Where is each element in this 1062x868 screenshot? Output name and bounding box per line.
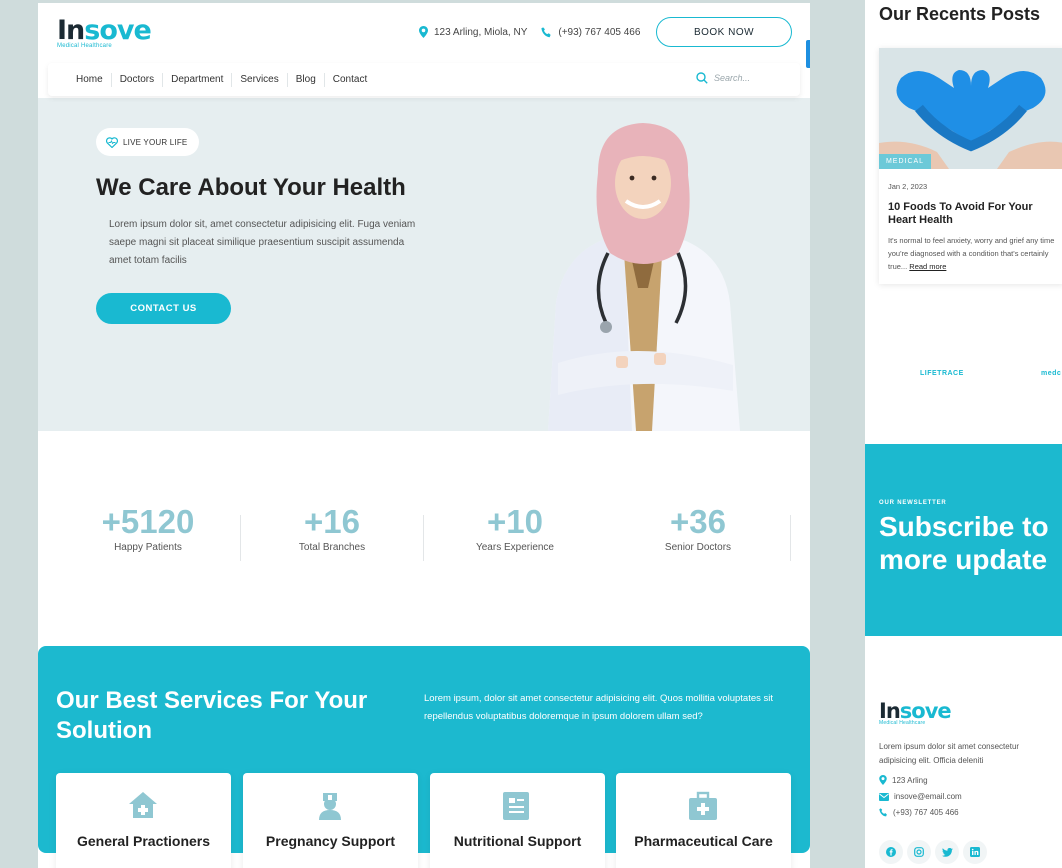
- book-now-button[interactable]: BOOK NOW: [656, 17, 792, 47]
- footer-email-text[interactable]: insove@email.com: [894, 792, 962, 801]
- stat-label: Total Branches: [298, 542, 366, 553]
- logo-text-accent: sove: [84, 15, 152, 46]
- logo-tagline: Medical Healthcare: [879, 720, 926, 726]
- site-header: Insove Medical Healthcare 123 Arling, Mi…: [38, 3, 810, 98]
- footer-phone[interactable]: (+93) 767 405 466: [879, 808, 1062, 817]
- stat-happy-patients: +5120 Happy Patients: [56, 503, 240, 553]
- post-date: Jan 2, 2023: [888, 182, 928, 191]
- nurse-icon: [319, 793, 341, 820]
- header-address: 123 Arling, Miola, NY: [434, 26, 528, 38]
- twitter-link[interactable]: [935, 840, 959, 864]
- nav-services[interactable]: Services: [232, 72, 288, 87]
- services-description: Lorem ipsum, dolor sit amet consectetur …: [424, 693, 774, 722]
- doctor-image: [548, 123, 740, 431]
- facebook-link[interactable]: [879, 840, 903, 864]
- footer-email[interactable]: insove@email.com: [879, 792, 1062, 801]
- clinic-icon: [129, 792, 157, 818]
- service-card-pregnancy-support[interactable]: Pregnancy Support: [243, 773, 418, 868]
- location-pin-icon: [419, 26, 428, 38]
- service-card-title: General Practioners: [76, 833, 211, 849]
- service-card-title: Pharmaceutical Care: [634, 833, 773, 849]
- twitter-icon: [941, 847, 953, 857]
- nav-department[interactable]: Department: [163, 72, 233, 87]
- heart-pulse-icon: [106, 136, 118, 148]
- main-page: Insove Medical Healthcare 123 Arling, Mi…: [38, 3, 810, 868]
- stat-label: Years Experience: [475, 542, 554, 553]
- footer-address: 123 Arling: [879, 775, 1062, 785]
- main-navigation: Home Doctors Department Services Blog Co…: [48, 63, 800, 96]
- newsletter-title-line1: Subscribe to: [879, 511, 1049, 542]
- service-card-pharmaceutical-care[interactable]: Pharmaceutical Care: [616, 773, 791, 868]
- nav-home[interactable]: Home: [68, 72, 112, 87]
- footer-phone-text[interactable]: (+93) 767 405 466: [893, 808, 959, 817]
- facebook-icon: [886, 847, 896, 857]
- partner-logo-lifetrace: LIFETRACE: [920, 370, 964, 377]
- stat-value: +10: [487, 503, 543, 540]
- newsletter-title-line2: more update: [879, 544, 1048, 575]
- post-category-tag[interactable]: MEDICAL: [879, 154, 931, 169]
- document-icon: [503, 792, 529, 820]
- nav-contact[interactable]: Contact: [325, 73, 375, 87]
- phone-icon: [879, 808, 887, 817]
- social-links: [879, 840, 991, 864]
- service-card-title: Nutritional Support: [453, 833, 582, 849]
- header-phone: (+93) 767 405 466: [558, 26, 641, 38]
- post-card[interactable]: MEDICAL Jan 2, 2023 10 Foods To Avoid Fo…: [879, 48, 1062, 284]
- newsletter-section: OUR NEWSLETTER Subscribe to more update: [865, 444, 1062, 636]
- email-icon: [879, 792, 889, 801]
- footer-address-text: 123 Arling: [892, 775, 928, 785]
- stat-years-experience: +10 Years Experience: [423, 503, 607, 553]
- search-icon: [696, 72, 708, 84]
- services-title: Our Best Services For Your Solution: [56, 687, 368, 744]
- nav-doctors[interactable]: Doctors: [112, 72, 164, 87]
- header-contact-info: 123 Arling, Miola, NY (+93) 767 405 466: [419, 26, 654, 38]
- stat-divider: [790, 515, 791, 561]
- stat-value: +16: [304, 503, 360, 540]
- logo-text-dark: In: [57, 15, 85, 46]
- newsletter-title: Subscribe to more update: [879, 510, 1049, 576]
- hero-title: We Care About Your Health: [96, 174, 406, 201]
- stat-label: Happy Patients: [114, 542, 182, 553]
- medical-kit-icon: [689, 791, 717, 820]
- post-excerpt: It's normal to feel anxiety, worry and g…: [888, 234, 1058, 273]
- linkedin-link[interactable]: [963, 840, 987, 864]
- search-box[interactable]: Search...: [696, 72, 750, 84]
- hero-section: LIVE YOUR LIFE We Care About Your Health…: [38, 78, 810, 431]
- stat-label: Senior Doctors: [664, 542, 732, 553]
- stat-value: +5120: [101, 503, 195, 540]
- stat-value: +36: [670, 503, 726, 540]
- search-input[interactable]: Search...: [714, 73, 750, 83]
- post-title[interactable]: 10 Foods To Avoid For Your Heart Health: [888, 201, 1058, 227]
- stat-total-branches: +16 Total Branches: [240, 503, 424, 553]
- partner-logo-medc: medc: [1041, 370, 1062, 377]
- contact-us-button[interactable]: CONTACT US: [96, 293, 231, 324]
- stat-senior-doctors: +36 Senior Doctors: [606, 503, 790, 553]
- brand-logo[interactable]: Insove Medical Healthcare: [57, 15, 152, 50]
- service-card-nutritional-support[interactable]: Nutritional Support: [430, 773, 605, 868]
- scroll-indicator-tab[interactable]: [806, 40, 810, 68]
- footer-description: Lorem ipsum dolor sit amet consectetur a…: [879, 742, 1020, 765]
- stats-section: +5120 Happy Patients +16 Total Branches …: [38, 503, 810, 573]
- footer-logo[interactable]: Insove Medical Healthcare: [879, 700, 1062, 726]
- site-footer: Insove Medical Healthcare Lorem ipsum do…: [879, 700, 1062, 817]
- service-card-title: Pregnancy Support: [265, 833, 396, 849]
- nav-blog[interactable]: Blog: [288, 72, 325, 87]
- newsletter-label: OUR NEWSLETTER: [879, 500, 947, 506]
- read-more-link[interactable]: Read more: [909, 262, 946, 271]
- recent-posts-title: Our Recents Posts: [879, 4, 1041, 24]
- post-image: [879, 48, 1062, 169]
- hero-badge: LIVE YOUR LIFE: [96, 128, 200, 156]
- instagram-icon: [914, 847, 924, 857]
- linkedin-icon: [970, 847, 980, 857]
- phone-icon: [541, 26, 551, 37]
- blog-preview-panel: Our Recents Posts MEDICAL Jan 2, 2023 10…: [865, 0, 1062, 868]
- instagram-link[interactable]: [907, 840, 931, 864]
- service-card-general-practioners[interactable]: General Practioners: [56, 773, 231, 868]
- location-pin-icon: [879, 775, 887, 785]
- hero-description: Lorem ipsum dolor sit, amet consectetur …: [109, 219, 416, 266]
- hero-badge-label: LIVE YOUR LIFE: [123, 137, 188, 147]
